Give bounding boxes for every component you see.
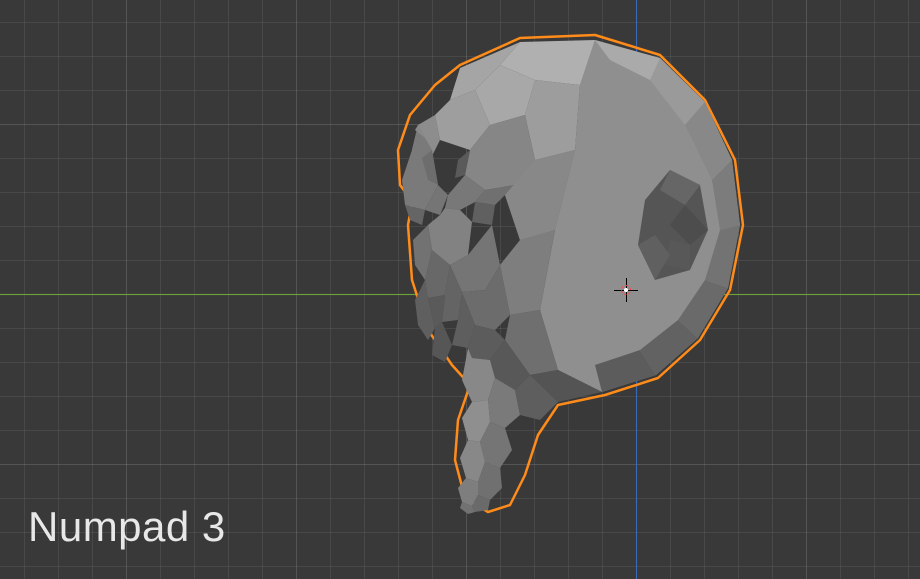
viewport-shortcut-label: Numpad 3	[28, 503, 226, 551]
suzanne-mesh-icon	[380, 30, 750, 520]
mesh-object-suzanne[interactable]	[380, 30, 750, 520]
viewport-3d[interactable]: Numpad 3	[0, 0, 920, 579]
